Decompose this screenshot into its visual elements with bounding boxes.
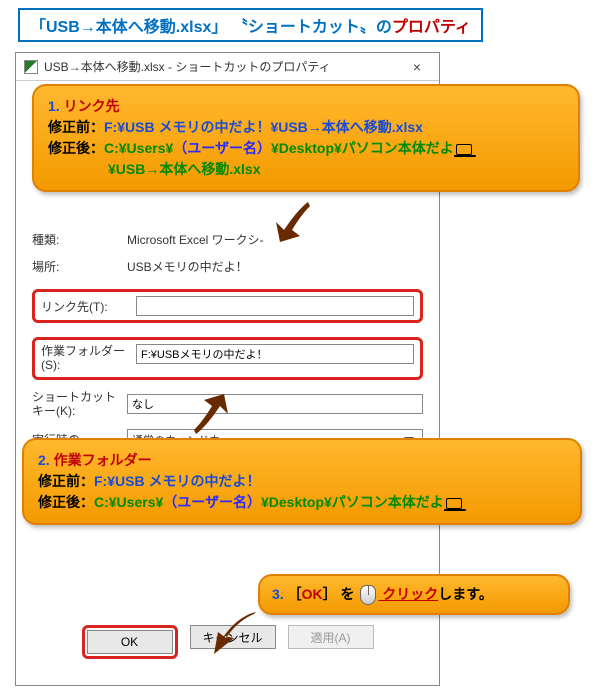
target-highlight: リンク先(T): [32,289,423,323]
callout-3: 3. ［OK］ を クリックします。 [258,574,570,615]
arrow-2 [190,392,234,436]
title-red: プロパティ [392,19,471,36]
callout-1: 1. リンク先 修正前：F:¥USB メモリの中だよ！¥USB→本体へ移動.xl… [32,84,580,192]
target-label: リンク先(T): [41,298,136,315]
laptop-icon-2 [446,498,462,509]
laptop-icon [456,144,472,155]
type-label: 種類: [32,231,127,248]
target-row: リンク先(T): [41,296,414,316]
location-row: 場所: USBメモリの中だよ！ [32,258,423,275]
arrow-1 [270,200,314,244]
apply-button: 適用(A) [288,625,374,649]
c3-ok: OK [302,586,323,602]
c1-after-label: 修正後： [48,140,104,156]
c3-d: します。 [438,586,493,602]
shortcutkey-input[interactable] [127,394,423,414]
startin-row: 作業フォルダー(S): [41,344,414,373]
c2-before-label: 修正前： [38,473,94,489]
startin-input[interactable] [136,344,414,364]
c1-after-a: C:¥Users¥ [104,140,173,156]
c2-after-user: （ユーザー名） [163,494,261,510]
c1-after-b: ¥Desktop¥パソコン本体だよ [271,140,454,156]
close-button[interactable]: × [403,59,431,75]
c1-after-c: ¥USB→本体へ移動.xlsx [108,161,260,177]
page-title: 「USB→本体へ移動.xlsx」 〝ショートカット〟のプロパティ [18,8,483,42]
c2-after-label: 修正後： [38,494,94,510]
c1-after-user: （ユーザー名） [173,140,271,156]
target-input[interactable] [136,296,414,316]
c2-after-a: C:¥Users¥ [94,494,163,510]
startin-highlight: 作業フォルダー(S): [32,337,423,380]
location-value: USBメモリの中だよ！ [127,258,423,275]
title-blue: 「USB→本体へ移動.xlsx」 〝ショートカット〟の [30,19,392,36]
c2-after-b: ¥Desktop¥パソコン本体だよ [261,494,444,510]
callout-2: 2. 作業フォルダー 修正前：F:¥USB メモリの中だよ！ 修正後：C:¥Us… [22,438,582,525]
callout-2-num: 2. [38,452,54,468]
arrow-3 [210,606,260,656]
shortcutkey-label: ショートカットキー(K): [32,390,127,419]
type-row: 種類: Microsoft Excel ワークシ- [32,231,423,248]
c1-before-label: 修正前： [48,119,104,135]
c3-a: ［ [288,586,302,602]
c1-before-value: F:¥USB メモリの中だよ！¥USB→本体へ移動.xlsx [104,119,423,135]
callout-3-num: 3. [272,586,288,602]
excel-icon [24,60,38,74]
c3-c: クリック [378,586,438,602]
startin-label: 作業フォルダー(S): [41,344,136,373]
mouse-icon [360,585,376,605]
callout-1-section: リンク先 [64,98,120,114]
c2-before-value: F:¥USB メモリの中だよ！ [94,473,260,489]
ok-highlight: OK [82,625,178,659]
ok-button[interactable]: OK [87,630,173,654]
c3-b: ］ を [323,586,359,602]
callout-1-num: 1. [48,98,64,114]
titlebar-text: USB→本体へ移動.xlsx - ショートカットのプロパティ [44,58,331,75]
callout-2-section: 作業フォルダー [54,452,152,468]
titlebar: USB→本体へ移動.xlsx - ショートカットのプロパティ × [16,53,439,81]
location-label: 場所: [32,258,127,275]
